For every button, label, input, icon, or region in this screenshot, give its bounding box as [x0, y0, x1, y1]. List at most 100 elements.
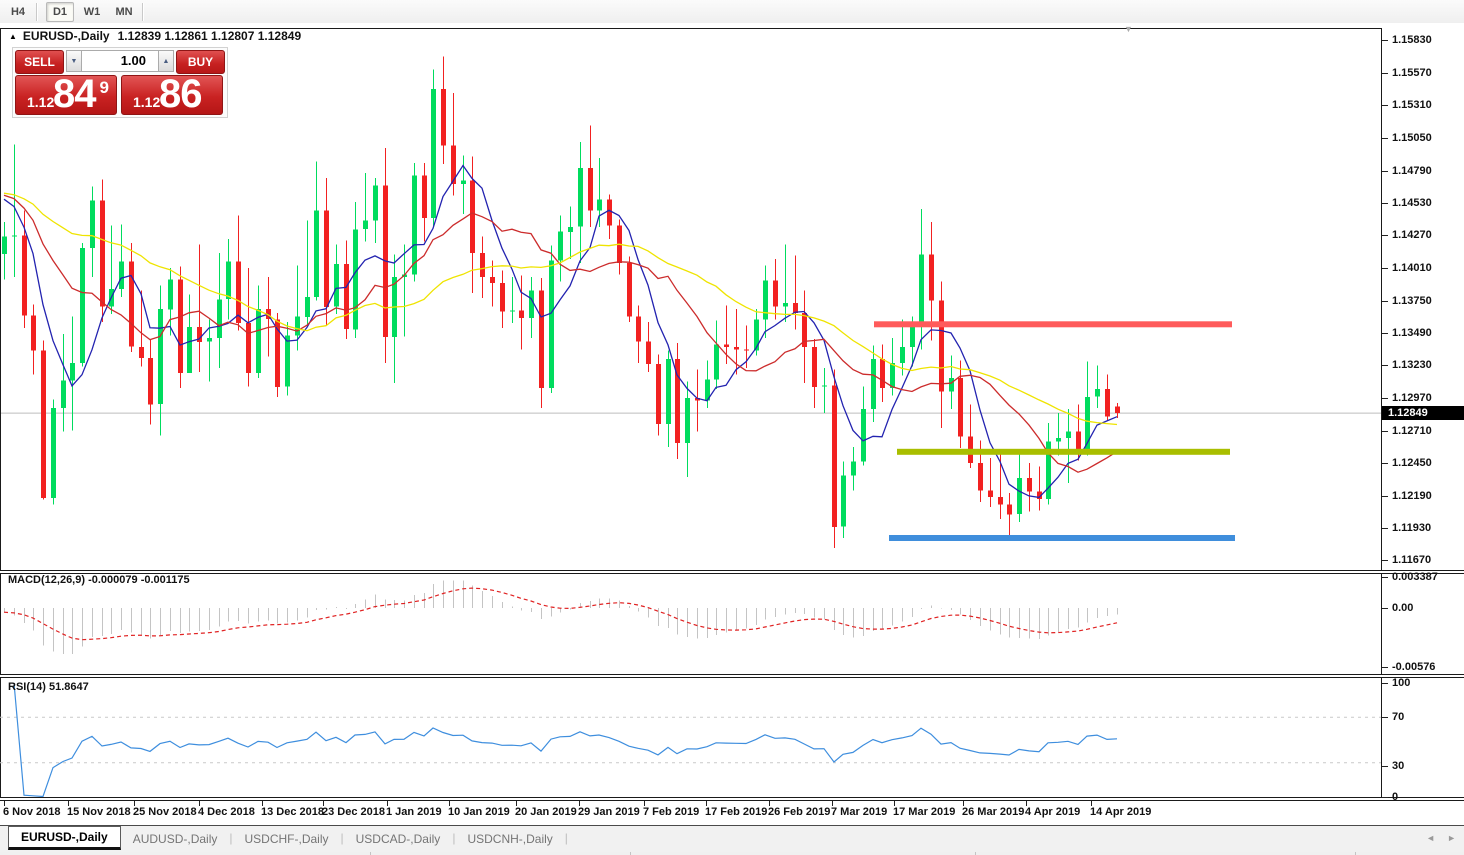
toolbar-separator	[36, 3, 38, 21]
tab-usdcaddaily[interactable]: USDCAD-,Daily	[344, 828, 453, 849]
sell-price-button[interactable]: 1.12 84 9	[15, 75, 117, 115]
axis-tick	[1382, 431, 1388, 432]
date-axis-label: 10 Jan 2019	[448, 806, 510, 818]
axis-tick	[1382, 203, 1388, 204]
buy-button[interactable]: BUY	[176, 50, 225, 74]
axis-tick	[516, 801, 517, 806]
axis-tick	[1382, 268, 1388, 269]
chart-symbol-label: EURUSD-,Daily	[23, 29, 110, 43]
tab-usdchfdaily[interactable]: USDCHF-,Daily	[233, 828, 341, 849]
price-axis-label: 1.15570	[1392, 67, 1432, 80]
volume-decrease-button[interactable]: ▼	[66, 50, 82, 72]
price-axis-label: 1.14790	[1392, 165, 1432, 178]
sell-button[interactable]: SELL	[15, 50, 64, 74]
axis-tick	[1382, 138, 1388, 139]
axis-tick	[706, 801, 707, 806]
axis-tick	[1091, 801, 1092, 806]
price-axis-label: 1.15050	[1392, 132, 1432, 145]
rsi-axis-label: 30	[1392, 760, 1404, 773]
date-axis-label: 6 Nov 2018	[3, 806, 60, 818]
axis-tick	[1382, 667, 1388, 668]
hline-resistance[interactable]	[874, 321, 1232, 327]
chevron-down-icon: ▼	[71, 58, 78, 65]
tab-scroll-right-icon[interactable]: ►	[1447, 833, 1456, 843]
axis-tick	[68, 801, 69, 806]
axis-tick	[1382, 717, 1388, 718]
volume-increase-button[interactable]: ▲	[158, 50, 174, 72]
macd-axis-label: 0.00	[1392, 602, 1413, 615]
date-axis-label: 4 Apr 2019	[1025, 806, 1080, 818]
date-axis-label: 17 Feb 2019	[705, 806, 767, 818]
one-click-trading-panel: SELL ▼ 1.00 ▲ BUY 1.12 84 9	[12, 47, 228, 118]
date-axis-label: 26 Mar 2019	[962, 806, 1024, 818]
macd-axis-label: -0.00576	[1392, 661, 1435, 674]
timeframe-button-MN[interactable]: MN	[110, 2, 138, 22]
date-axis-label: 13 Dec 2018	[261, 806, 324, 818]
axis-tick	[449, 801, 450, 806]
buy-price-prefix: 1.12	[133, 94, 160, 110]
volume-stepper: ▼ 1.00 ▲	[66, 50, 174, 72]
timeframe-button-D1[interactable]: D1	[46, 2, 74, 22]
macd-pane-canvas[interactable]	[0, 574, 1382, 674]
hline-support-low[interactable]	[889, 535, 1235, 541]
buy-price-button[interactable]: 1.12 86	[121, 75, 223, 115]
axis-tick	[387, 801, 388, 806]
tab-audusddaily[interactable]: AUDUSD-,Daily	[121, 828, 230, 849]
axis-tick	[579, 801, 580, 806]
macd-axis-label: 0.003387	[1392, 571, 1438, 584]
axis-tick	[644, 801, 645, 806]
rsi-axis-label: 0	[1392, 791, 1398, 804]
sell-price-prefix: 1.12	[27, 94, 54, 110]
axis-tick	[1382, 301, 1388, 302]
rsi-indicator-label: RSI(14) 51.8647	[8, 681, 89, 693]
axis-tick	[1382, 608, 1388, 609]
macd-histogram-layer	[5, 580, 1118, 654]
axis-tick	[1382, 528, 1388, 529]
date-axis-label: 7 Mar 2019	[831, 806, 887, 818]
collapse-icon[interactable]: ▲	[9, 32, 17, 41]
chart-window: ▲ EURUSD-,Daily 1.12839 1.12861 1.12807 …	[0, 23, 1464, 825]
price-axis-label: 1.13490	[1392, 327, 1432, 340]
timeframe-button-H4[interactable]: H4	[4, 2, 32, 22]
chart-ohlc-values: 1.12839 1.12861 1.12807 1.12849	[118, 29, 302, 43]
current-price-tag: 1.12849	[1382, 406, 1464, 420]
axis-tick	[262, 801, 263, 806]
macd-indicator-label: MACD(12,26,9) -0.000079 -0.001175	[8, 574, 190, 586]
tab-eurusddaily[interactable]: EURUSD-,Daily	[8, 826, 121, 850]
chart-shift-icon[interactable]: ▼	[1124, 24, 1133, 34]
price-axis-label: 1.15310	[1392, 99, 1432, 112]
price-axis-label: 1.13750	[1392, 295, 1432, 308]
timeframe-toolbar: H4 D1W1MN	[0, 0, 1464, 24]
axis-tick	[4, 801, 5, 806]
axis-tick	[1382, 560, 1388, 561]
sell-price-big: 84	[53, 73, 96, 115]
date-axis-label: 20 Jan 2019	[515, 806, 577, 818]
date-axis-label: 1 Jan 2019	[386, 806, 442, 818]
timeframe-button-W1[interactable]: W1	[78, 2, 106, 22]
chart-tab-bar: EURUSD-,DailyAUDUSD-,Daily | USDCHF-,Daily…	[0, 825, 1464, 853]
rsi-axis-label: 100	[1392, 677, 1410, 690]
rsi-line	[14, 683, 1117, 797]
axis-tick	[134, 801, 135, 806]
chevron-up-icon: ▲	[163, 58, 170, 65]
axis-tick	[1382, 73, 1388, 74]
axis-tick	[1382, 463, 1388, 464]
date-axis-label: 15 Nov 2018	[67, 806, 131, 818]
axis-tick	[323, 801, 324, 806]
price-axis-label: 1.14530	[1392, 197, 1432, 210]
axis-tick	[769, 801, 770, 806]
date-axis-label: 23 Dec 2018	[322, 806, 385, 818]
pane-splitter	[0, 797, 1464, 801]
axis-tick	[1382, 797, 1388, 798]
axis-tick	[1382, 577, 1388, 578]
tab-usdcnhdaily[interactable]: USDCNH-,Daily	[455, 828, 564, 849]
hline-support-mid[interactable]	[897, 449, 1230, 455]
axis-tick	[1382, 365, 1388, 366]
tab-separator: |	[565, 831, 568, 845]
axis-tick	[1382, 683, 1388, 684]
tab-scroll-left-icon[interactable]: ◄	[1426, 833, 1435, 843]
rsi-pane-canvas[interactable]	[0, 678, 1382, 797]
axis-tick	[1382, 171, 1388, 172]
volume-field[interactable]: 1.00	[82, 50, 158, 72]
price-axis-label: 1.12970	[1392, 392, 1432, 405]
